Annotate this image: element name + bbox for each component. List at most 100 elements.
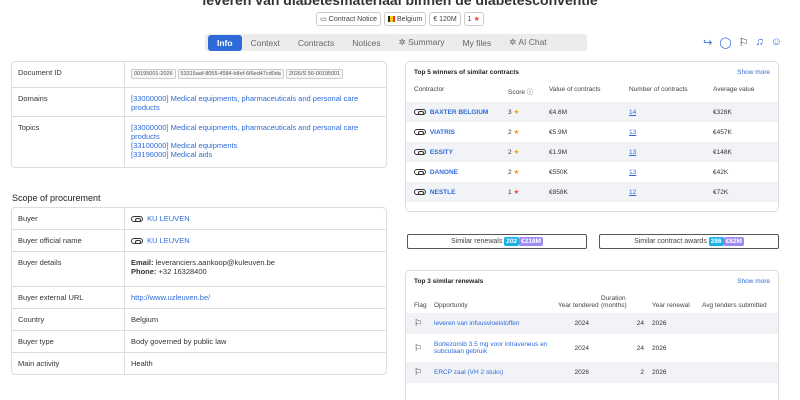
star-icon: ★	[513, 109, 520, 116]
contractor-link[interactable]: NESTLE	[414, 189, 508, 196]
count-badge: 202	[504, 237, 520, 246]
winners-rows: BAXTER BELGIUM 3 ★ €4.6M 14 €328K VIATRIS 2 ★…	[406, 102, 778, 202]
renewals-card: Top 3 similar renewals Show more Flag Opp…	[405, 270, 779, 400]
contracts-count-link[interactable]: 13	[629, 129, 713, 136]
similar-awards-button[interactable]: Similar contract awards 286 €82M	[599, 234, 779, 249]
opportunity-link[interactable]: ERCP zaal (VH 2 stuks)	[434, 369, 558, 376]
table-row: Buyer KU LEUVEN	[12, 208, 386, 230]
star-icon: ★	[513, 149, 520, 156]
buyer-link[interactable]: KU LEUVEN	[125, 208, 386, 229]
sparkle-icon: ✲	[509, 37, 517, 47]
top-actions: ↪ ◯ ⚐ ♫ ☺	[703, 36, 782, 49]
document-icon: ▭	[320, 16, 327, 23]
table-row: ⚐ Bortezomib 3.5 mg voor intraveneus en s…	[406, 334, 778, 362]
main-activity-value: Health	[131, 359, 153, 368]
opportunity-link[interactable]: leveren van infuusvloeistoffen	[434, 320, 558, 327]
star-icon: ★	[513, 129, 520, 136]
flag-icon[interactable]: ⚐	[739, 36, 749, 49]
share-icon[interactable]: ↪	[703, 36, 712, 49]
table-row: NESTLE 1 ★ €858K 12 €72K	[406, 182, 778, 202]
buyer-details: Email: leveranciers.aankoop@kuleuven.be P…	[131, 258, 275, 276]
buyer-url-link[interactable]: http://www.uzleuven.be/	[125, 287, 386, 308]
tab-context[interactable]: Context	[242, 35, 289, 51]
row-label: Buyer	[12, 208, 125, 229]
contractor-link[interactable]: DANONE	[414, 169, 508, 176]
table-row: Document ID 00195001-2026 53315aaf-8055-4…	[12, 62, 386, 88]
country-chip: Belgium	[384, 12, 427, 26]
table-row: Buyer official name KU LEUVEN	[12, 230, 386, 252]
notice-type-chip: ▭ Contract Notice	[316, 12, 382, 26]
table-row: ⚐ ERCP zaal (VH 2 stuks) 2026 2 2026	[406, 362, 778, 383]
table-row: Topics [33000000] Medical equipments, ph…	[12, 117, 386, 167]
row-label: Topics	[12, 117, 125, 167]
card-header: Top 5 winners of similar contracts Show m…	[406, 62, 778, 83]
organization-icon	[414, 148, 426, 155]
email-value: leveranciers.aankoop@kuleuven.be	[155, 258, 275, 267]
info-icon: ⓘ	[526, 89, 534, 96]
flag-icon[interactable]: ⚐	[414, 343, 434, 354]
rating-chip: 1 ★	[463, 12, 484, 26]
contracts-count-link[interactable]: 12	[629, 189, 713, 196]
tab-ai-chat[interactable]: ✲ AI Chat	[500, 34, 555, 51]
organization-icon	[131, 238, 143, 245]
tab-contracts[interactable]: Contracts	[289, 35, 343, 51]
tab-my-files[interactable]: My files	[453, 35, 500, 51]
add-user-icon[interactable]: ☺	[771, 36, 782, 49]
contracts-count-link[interactable]: 13	[629, 169, 713, 176]
country-value: Belgium	[131, 315, 159, 324]
table-header: Flag Opportunity Year tendered Duration …	[414, 295, 767, 309]
tab-info[interactable]: Info	[208, 34, 242, 51]
organization-icon	[131, 216, 143, 223]
row-label: Country	[12, 309, 125, 330]
similar-renewals-button[interactable]: Similar renewals 202 €218M	[407, 234, 587, 249]
contracts-count-link[interactable]: 13	[629, 149, 713, 156]
organization-icon	[414, 128, 426, 135]
topic-link[interactable]: [33100000] Medical equipments	[131, 141, 380, 150]
table-row: ⚐ leveren van infuusvloeistoffen 2024 24 202…	[406, 313, 778, 334]
star-icon: ★	[473, 16, 480, 23]
table-row: Buyer details Email: leveranciers.aankoop…	[12, 252, 386, 287]
winners-card: Top 5 winners of similar contracts Show m…	[405, 61, 779, 212]
contracts-count-link[interactable]: 14	[629, 109, 713, 116]
value-chip: € 120M	[429, 12, 461, 26]
contractor-link[interactable]: BAXTER BELGIUM	[414, 109, 508, 116]
contractor-link[interactable]: ESSITY	[414, 149, 508, 156]
bell-icon[interactable]: ♫	[756, 36, 764, 49]
id-tag: 2026/S 56-00195001	[285, 69, 344, 79]
section-title: Scope of procurement	[12, 193, 101, 203]
show-more-link[interactable]: Show more	[737, 278, 770, 285]
comment-icon[interactable]: ◯	[719, 36, 731, 49]
value-badge: €82M	[723, 237, 744, 246]
star-icon: ★	[513, 169, 520, 176]
table-row: BAXTER BELGIUM 3 ★ €4.6M 14 €328K	[406, 102, 778, 122]
table-row: VIATRIS 2 ★ €5.9M 13 €457K	[406, 122, 778, 142]
buyer-table: Buyer KU LEUVEN Buyer official name KU L…	[11, 207, 387, 375]
topic-link[interactable]: [33000000] Medical equipments, pharmaceu…	[131, 123, 380, 141]
show-more-link[interactable]: Show more	[737, 69, 770, 76]
organization-icon	[414, 168, 426, 175]
buyer-official-link[interactable]: KU LEUVEN	[125, 230, 386, 251]
tab-summary[interactable]: ✲ Summary	[390, 34, 454, 51]
opportunity-link[interactable]: Bortezomib 3.5 mg voor intraveneus en su…	[434, 341, 558, 355]
similar-pills: Similar renewals 202 €218M Similar contra…	[407, 234, 779, 249]
table-row: Buyer type Body governed by public law	[12, 331, 386, 353]
topics-list: [33000000] Medical equipments, pharmaceu…	[125, 117, 386, 167]
flag-icon[interactable]: ⚐	[414, 318, 434, 329]
domain-link[interactable]: [33000000] Medical equipments, pharmaceu…	[125, 88, 386, 116]
value-badge: €218M	[519, 237, 544, 246]
row-label: Buyer external URL	[12, 287, 125, 308]
star-icon: ★	[513, 189, 520, 196]
table-row: Buyer external URL http://www.uzleuven.be…	[12, 287, 386, 309]
row-label: Buyer type	[12, 331, 125, 352]
tab-notices[interactable]: Notices	[343, 35, 389, 51]
belgium-flag-icon	[388, 16, 395, 22]
tab-bar: Info Context Contracts Notices ✲ Summary…	[205, 34, 587, 51]
organization-icon	[414, 108, 426, 115]
table-row: DANONE 2 ★ €550K 13 €42K	[406, 162, 778, 182]
topic-link[interactable]: [33196000] Medical aids	[131, 150, 380, 159]
document-table: Document ID 00195001-2026 53315aaf-8055-4…	[11, 61, 387, 168]
table-row: Country Belgium	[12, 309, 386, 331]
buyer-type-value: Body governed by public law	[131, 337, 227, 346]
flag-icon[interactable]: ⚐	[414, 367, 434, 378]
contractor-link[interactable]: VIATRIS	[414, 129, 508, 136]
